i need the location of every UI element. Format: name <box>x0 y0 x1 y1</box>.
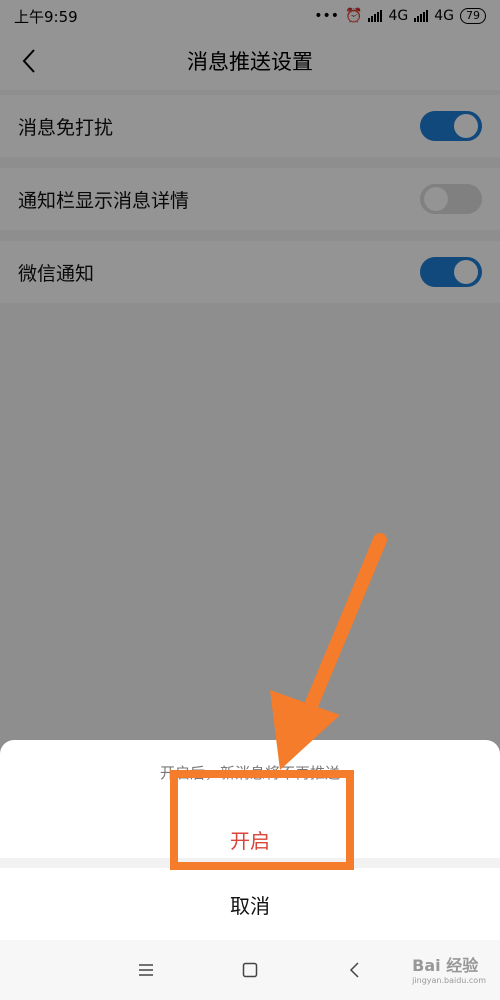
watermark: Bai 经验 jingyan.baidu.com <box>412 952 486 985</box>
watermark-sub: jingyan.baidu.com <box>412 976 486 985</box>
annotation-arrow-icon <box>270 533 387 770</box>
watermark-text: Bai 经验 <box>412 956 479 975</box>
